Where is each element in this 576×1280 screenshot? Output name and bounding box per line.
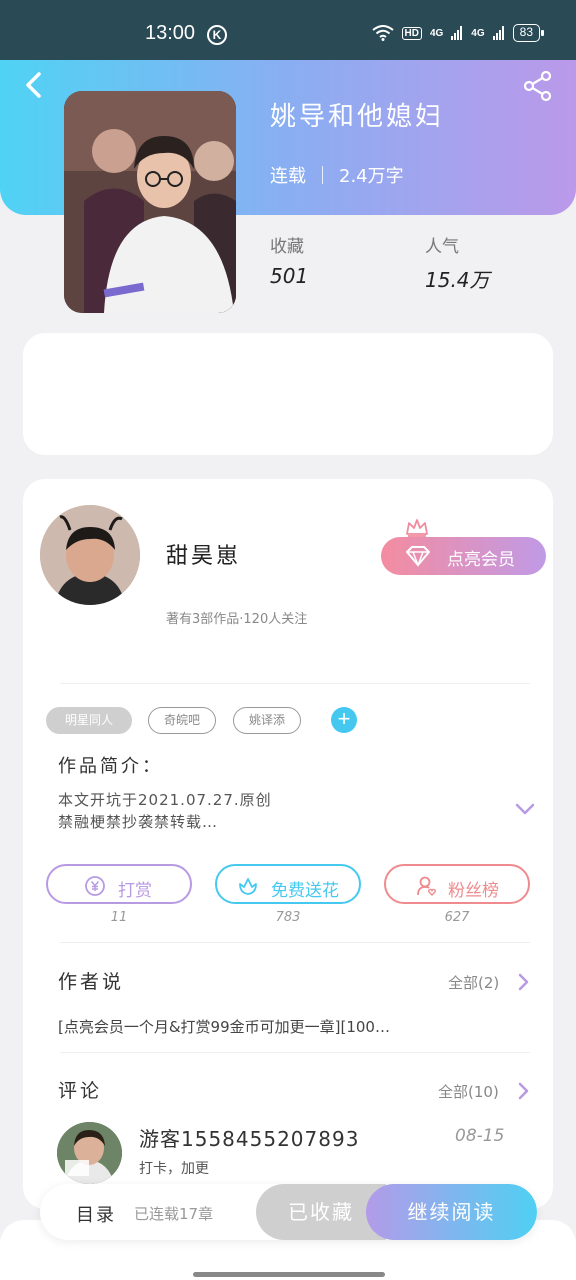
tip-button-label: 打赏: [118, 881, 152, 901]
divider: [60, 1052, 530, 1053]
tag-item[interactable]: 明星同人: [46, 707, 132, 734]
coin-icon: [85, 876, 105, 896]
author-subtitle: 著有3部作品·120人关注: [166, 612, 308, 627]
favorites-value: 501: [270, 264, 309, 288]
book-cover[interactable]: [64, 91, 236, 313]
toc-chapter-count: 已连载17章: [134, 1205, 214, 1223]
divider: [60, 683, 530, 684]
signal-4g-1: 4G: [429, 27, 444, 39]
fans-rank-button[interactable]: 粉丝榜: [384, 864, 530, 904]
comments-all-link[interactable]: 全部(10): [438, 1081, 499, 1102]
status-indicators: HD 4G 4G 83: [371, 24, 545, 42]
intro-line: 禁融梗禁抄袭禁转载…: [58, 813, 219, 831]
home-indicator[interactable]: [193, 1272, 385, 1277]
battery-indicator: 83: [512, 24, 545, 42]
bottom-action-bar: 目录 已连载17章 已收藏 继续阅读: [40, 1184, 537, 1240]
book-title: 姚导和他媳妇: [270, 102, 445, 132]
flower-icon: [239, 878, 257, 895]
free-flower-button[interactable]: 免费送花: [215, 864, 361, 904]
popularity-value: 15.4万: [425, 268, 490, 292]
tip-count: 11: [110, 910, 128, 925]
crown-icon: [406, 519, 428, 537]
book-status: 连载: [270, 166, 306, 187]
book-word-count: 2.4万字: [339, 166, 404, 187]
author-avatar[interactable]: [40, 505, 140, 605]
k-badge-icon: K: [207, 25, 227, 45]
tip-button[interactable]: 打赏: [46, 864, 192, 904]
vip-button-label: 点亮会员: [447, 550, 515, 570]
fans-count: 627: [444, 910, 470, 925]
hd-badge: HD: [401, 26, 422, 40]
blank-card: [23, 333, 553, 455]
flower-count: 783: [275, 910, 301, 925]
status-bar: 13:00 K HD 4G 4G 83: [0, 0, 576, 62]
back-arrow-icon[interactable]: [20, 70, 50, 100]
signal-4g-2: 4G: [471, 27, 485, 39]
intro-line: 本文开坑于2021.07.27.原创: [58, 791, 272, 809]
wifi-icon: [371, 25, 394, 41]
chevron-right-icon[interactable]: [517, 1081, 529, 1101]
author-says-all-link[interactable]: 全部(2): [448, 972, 499, 993]
intro-title: 作品简介：: [58, 756, 163, 777]
tag-item[interactable]: 奇皖吧: [148, 707, 216, 734]
tag-item[interactable]: 姚译添: [233, 707, 301, 734]
comment-username[interactable]: 游客15584552078​93: [139, 1123, 359, 1152]
diamond-icon: [406, 546, 430, 567]
meta-divider: [322, 166, 323, 184]
toc-button[interactable]: 目录: [76, 1201, 116, 1227]
signal-bars-icon: [451, 26, 463, 40]
status-time: 13:00: [145, 22, 196, 44]
share-icon[interactable]: [522, 70, 554, 102]
author-says-text[interactable]: [点亮会员一个月&打赏99金币可加更一章][100…: [58, 1016, 528, 1037]
commenter-avatar[interactable]: [57, 1122, 122, 1184]
comments-title: 评论: [58, 1080, 103, 1102]
continue-reading-button[interactable]: 继续阅读: [366, 1184, 537, 1240]
chevron-right-icon[interactable]: [517, 972, 529, 992]
comment-date: 08-15: [455, 1126, 505, 1146]
favorites-label: 收藏: [270, 237, 304, 257]
add-tag-button[interactable]: +: [331, 707, 357, 733]
vip-button[interactable]: 点亮会员: [381, 537, 546, 575]
intro-text: 本文开坑于2021.07.27.原创 禁融梗禁抄袭禁转载…: [58, 789, 272, 833]
divider: [60, 942, 530, 943]
author-says-title: 作者说: [58, 971, 125, 993]
comment-text[interactable]: 打卡，加更: [139, 1158, 209, 1178]
fans-rank-label: 粉丝榜: [448, 881, 499, 901]
chevron-down-icon[interactable]: [515, 802, 535, 816]
free-flower-label: 免费送花: [271, 881, 339, 901]
author-name[interactable]: 甜昊崽: [166, 538, 241, 570]
signal-bars-icon: [492, 26, 504, 40]
popularity-label: 人气: [425, 237, 459, 257]
person-heart-icon: [417, 876, 437, 896]
book-meta: 连载 2.4万字: [270, 162, 404, 188]
